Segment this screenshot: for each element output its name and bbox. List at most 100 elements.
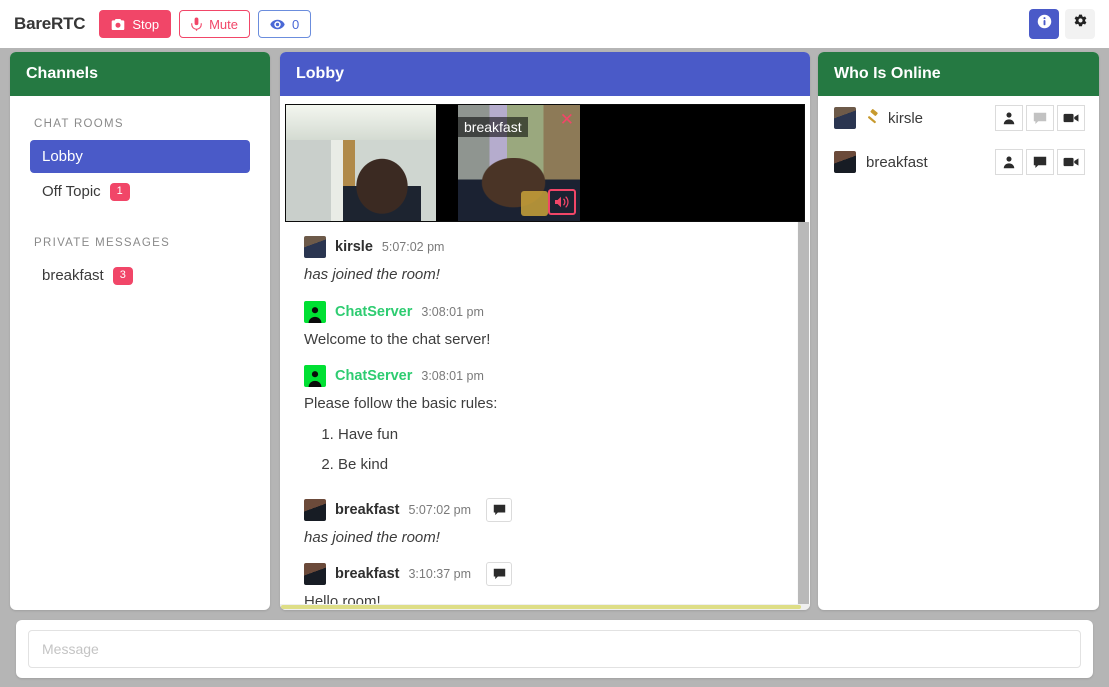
chat-message-rules-list: Have fun Be kind [304, 424, 792, 477]
video-peer-name: breakfast [458, 117, 528, 137]
chat-message-time: 5:07:02 pm [381, 240, 445, 254]
online-user-actions [995, 149, 1085, 175]
chat-message-author: kirsle [335, 239, 373, 255]
online-user-row[interactable]: breakfast [818, 140, 1099, 184]
who-is-online-title: Who Is Online [818, 52, 1099, 96]
section-label-private-messages: PRIVATE MESSAGES [34, 236, 171, 249]
mute-microphone-button[interactable]: Mute [179, 10, 250, 38]
avatar [304, 236, 326, 258]
stop-camera-label: Stop [132, 16, 160, 32]
settings-button[interactable] [1065, 9, 1095, 39]
sidebar-item-lobby[interactable]: Lobby [30, 140, 250, 173]
viewers-count: 0 [292, 16, 300, 32]
avatar [834, 151, 856, 173]
chat-message-author: ChatServer [335, 368, 413, 384]
who-is-online-panel: Who Is Online kirsle breakfast [818, 52, 1099, 610]
online-user-row[interactable]: kirsle [818, 96, 1099, 140]
stop-camera-button[interactable]: Stop [99, 10, 172, 38]
camera-icon [111, 18, 125, 31]
online-user-name: breakfast [866, 153, 928, 171]
chat-message-author: breakfast [335, 566, 400, 582]
chat-messages-list[interactable]: kirsle 5:07:02 pm has joined the room! C… [280, 222, 810, 610]
section-label-chat-rooms: CHAT ROOMS [34, 118, 124, 130]
chat-bubble-icon[interactable] [486, 497, 513, 522]
chat-message-header: kirsle 5:07:02 pm [304, 234, 792, 260]
video-strip: breakfast ✕ [285, 104, 805, 222]
unread-badge: 3 [112, 266, 133, 285]
avatar [304, 563, 326, 585]
top-navbar: BareRTC Stop Mute 0 [0, 0, 1109, 48]
chat-message: kirsle 5:07:02 pm has joined the room! [304, 234, 792, 297]
speaker-icon[interactable] [548, 189, 576, 215]
sidebar-item-label: breakfast [42, 267, 104, 285]
chat-bubble-icon[interactable] [1026, 149, 1054, 175]
chat-message-body: has joined the room! [304, 266, 440, 283]
info-icon [1037, 14, 1052, 34]
chat-message-body: has joined the room! [304, 528, 440, 546]
chat-message-time: 3:08:01 pm [421, 369, 484, 383]
online-user-name: kirsle [888, 109, 924, 127]
media-controls: Stop Mute 0 [99, 10, 312, 38]
online-user-name-wrap: breakfast [866, 154, 928, 171]
chat-message: breakfast 3:10:37 pm Hello room! [304, 561, 792, 610]
person-icon[interactable] [995, 105, 1023, 131]
avatar [304, 498, 326, 521]
eye-icon [270, 19, 285, 30]
chat-message-time: 3:10:37 pm [408, 567, 472, 581]
scrollbar-thumb[interactable] [281, 605, 801, 609]
viewers-button[interactable]: 0 [258, 10, 312, 38]
person-icon[interactable] [995, 149, 1023, 175]
sidebar-item-label: Lobby [42, 148, 83, 165]
gear-icon [1073, 14, 1088, 34]
app-brand: BareRTC [14, 14, 86, 33]
chat-bubble-icon[interactable] [1026, 105, 1054, 131]
video-camera-icon[interactable] [1057, 105, 1085, 131]
chat-message: ChatServer 3:08:01 pm Welcome to the cha… [304, 299, 792, 362]
chat-message-header: ChatServer 3:08:01 pm [304, 299, 792, 325]
chat-vertical-scrollbar[interactable] [797, 222, 810, 610]
sidebar-item-off-topic[interactable]: Off Topic 1 [30, 175, 250, 209]
gavel-icon [866, 108, 882, 128]
chat-message-author: breakfast [335, 501, 400, 518]
chat-message-header: ChatServer 3:08:01 pm [304, 363, 792, 389]
chat-message-author: ChatServer [335, 303, 413, 320]
channels-panel-title: Channels [10, 52, 270, 96]
info-button[interactable] [1029, 9, 1059, 39]
chat-message-time: 5:07:02 pm [408, 502, 472, 517]
list-item: Have fun [338, 424, 792, 447]
chat-message: breakfast 5:07:02 pm has joined the room… [304, 497, 792, 560]
chat-message-header: breakfast 3:10:37 pm [304, 561, 792, 587]
chat-panel: Lobby breakfast ✕ kirsle 5:07:02 pm has … [280, 52, 810, 610]
navbar-right-actions [1029, 9, 1095, 39]
video-camera-icon[interactable] [1057, 149, 1085, 175]
message-composer [16, 620, 1093, 678]
chat-message: ChatServer 3:08:01 pm Please follow the … [304, 363, 792, 495]
sidebar-item-dm-breakfast[interactable]: breakfast 3 [30, 259, 250, 293]
chat-message-body: Welcome to the chat server! [304, 330, 491, 348]
microphone-icon [191, 17, 202, 31]
channels-list: CHAT ROOMS Lobby Off Topic 1 PRIVATE MES… [10, 96, 270, 293]
chat-message-header: breakfast 5:07:02 pm [304, 497, 792, 523]
video-self[interactable] [286, 105, 436, 221]
online-user-name-wrap: kirsle [866, 108, 924, 128]
message-input[interactable] [28, 630, 1081, 668]
chat-horizontal-scrollbar[interactable] [280, 604, 810, 610]
scrollbar-thumb[interactable] [798, 222, 809, 610]
chat-bubble-icon[interactable] [486, 562, 513, 586]
list-item: Be kind [338, 454, 792, 477]
chat-panel-title: Lobby [280, 52, 810, 96]
avatar [304, 300, 326, 323]
close-icon[interactable]: ✕ [560, 111, 574, 128]
video-peer-breakfast[interactable]: breakfast ✕ [458, 105, 580, 221]
unread-badge: 1 [109, 183, 130, 201]
chat-message-time: 3:08:01 pm [421, 304, 484, 319]
avatar [834, 107, 856, 129]
sidebar-item-label: Off Topic [42, 183, 101, 201]
chat-message-text: Please follow the basic rules: [304, 395, 498, 412]
channels-panel: Channels CHAT ROOMS Lobby Off Topic 1 PR… [10, 52, 270, 610]
video-self-feed [286, 105, 436, 221]
chat-message-body: Please follow the basic rules: Have fun … [304, 389, 792, 495]
avatar [304, 365, 326, 387]
online-user-actions [995, 105, 1085, 131]
